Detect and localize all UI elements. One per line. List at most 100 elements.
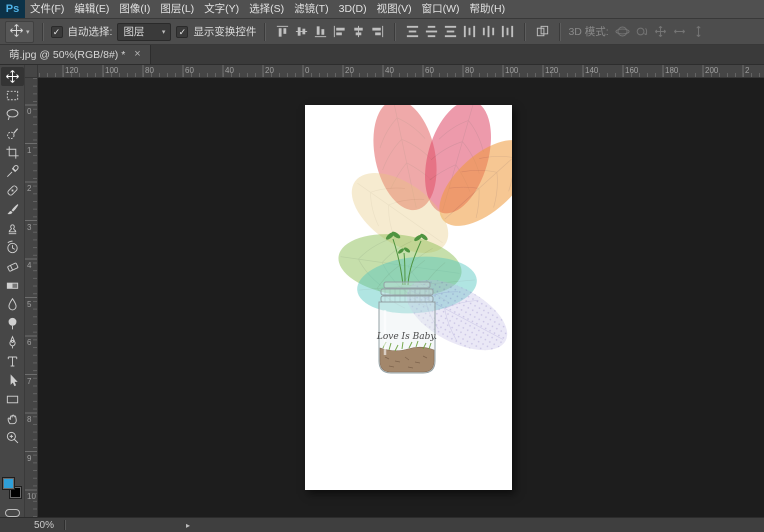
separator — [394, 23, 395, 41]
vertical-ruler[interactable]: 1012345678910 — [25, 78, 38, 517]
align-horizontal-centers-icon[interactable] — [349, 22, 367, 41]
zoom-icon[interactable] — [1, 428, 24, 447]
distribute-bottom-edges-icon[interactable] — [441, 22, 459, 41]
close-icon[interactable]: × — [134, 49, 140, 60]
distribute-right-edges-icon[interactable] — [498, 22, 516, 41]
menu-item[interactable]: 编辑(E) — [69, 0, 114, 19]
menu-item[interactable]: 帮助(H) — [465, 0, 511, 19]
distribute-vertical-centers-icon[interactable] — [422, 22, 440, 41]
ruler-label: 7 — [27, 377, 31, 386]
jar-label-text: Love Is Baby. — [376, 332, 437, 342]
spot-healing-brush-icon[interactable] — [1, 181, 24, 200]
menu-item[interactable]: 视图(V) — [372, 0, 417, 19]
pen-icon[interactable] — [1, 333, 24, 352]
dodge-icon[interactable] — [1, 314, 24, 333]
align-bottom-edges-icon[interactable] — [311, 22, 329, 41]
foreground-swatch[interactable] — [2, 477, 15, 490]
menu-items: 文件(F)编辑(E)图像(I)图层(L)文字(Y)选择(S)滤镜(T)3D(D)… — [25, 0, 510, 18]
gradient-icon[interactable] — [1, 276, 24, 295]
lasso-icon[interactable] — [1, 105, 24, 124]
status-bar: 50% ▸ — [0, 517, 764, 532]
brush-icon[interactable] — [1, 200, 24, 219]
menu-item[interactable]: 文件(F) — [25, 0, 69, 19]
distribute-left-edges-icon[interactable] — [460, 22, 478, 41]
clone-stamp-icon[interactable] — [1, 219, 24, 238]
document-canvas[interactable]: Love Is Baby. — [305, 105, 512, 490]
ruler-label: 5 — [27, 300, 31, 309]
rectangle-icon[interactable] — [1, 390, 24, 409]
ruler-label: 6 — [27, 338, 31, 347]
chevron-down-icon: ▾ — [26, 28, 30, 36]
options-bar: ▾ ✓ 自动选择: 图层 ▾ ✓ 显示变换控件 3D 模式: — [0, 19, 764, 45]
path-selection-icon[interactable] — [1, 371, 24, 390]
distribute-icons — [403, 22, 516, 41]
status-menu-arrow-icon[interactable]: ▸ — [186, 521, 190, 530]
jar-soil — [380, 347, 434, 372]
ruler-label: 200 — [705, 66, 718, 75]
canvas-area[interactable]: Love Is Baby. — [38, 78, 764, 517]
menu-bar: Ps 文件(F)编辑(E)图像(I)图层(L)文字(Y)选择(S)滤镜(T)3D… — [0, 0, 764, 19]
history-brush-icon[interactable] — [1, 238, 24, 257]
align-vertical-centers-icon[interactable] — [292, 22, 310, 41]
menu-item[interactable]: 图层(L) — [155, 0, 199, 19]
rectangular-marquee-icon[interactable] — [1, 86, 24, 105]
pan-3d-icon — [652, 22, 670, 41]
auto-select-target-dropdown[interactable]: 图层 ▾ — [117, 23, 171, 41]
distribute-horizontal-centers-icon[interactable] — [479, 22, 497, 41]
ruler-label: 60 — [425, 66, 434, 75]
ruler-label: 9 — [27, 454, 31, 463]
hand-icon[interactable] — [1, 409, 24, 428]
auto-align-layers-icon[interactable] — [533, 22, 551, 41]
tools-panel — [0, 65, 25, 517]
menu-item[interactable]: 窗口(W) — [417, 0, 465, 19]
ruler-label: 2 — [27, 184, 31, 193]
document-tab[interactable]: 萌.jpg @ 50%(RGB/8#) * × — [0, 45, 151, 64]
type-icon[interactable] — [1, 352, 24, 371]
ruler-label: 80 — [465, 66, 474, 75]
move-tool-icon[interactable] — [1, 67, 24, 86]
menu-item[interactable]: 文字(Y) — [199, 0, 244, 19]
eraser-icon[interactable] — [1, 257, 24, 276]
separator — [559, 23, 560, 41]
auto-select-checkbox[interactable]: ✓ — [51, 26, 63, 38]
scale-3d-icon — [690, 22, 708, 41]
blur-icon[interactable] — [1, 295, 24, 314]
align-left-edges-icon[interactable] — [330, 22, 348, 41]
quick-mask-button[interactable] — [5, 509, 20, 517]
menu-item[interactable]: 滤镜(T) — [289, 0, 333, 19]
quick-selection-icon[interactable] — [1, 124, 24, 143]
ruler-label: 120 — [65, 66, 78, 75]
separator — [64, 520, 65, 530]
roll-3d-icon — [633, 22, 651, 41]
eyedropper-icon[interactable] — [1, 162, 24, 181]
auto-select-label: 自动选择: — [68, 24, 113, 39]
color-swatches — [1, 477, 24, 501]
align-top-edges-icon[interactable] — [273, 22, 291, 41]
ruler-label: 40 — [385, 66, 394, 75]
show-transform-checkbox[interactable]: ✓ — [176, 26, 188, 38]
ruler-label: 140 — [585, 66, 598, 75]
align-right-edges-icon[interactable] — [368, 22, 386, 41]
separator — [42, 23, 43, 41]
ruler-label: 60 — [185, 66, 194, 75]
menu-item[interactable]: 图像(I) — [114, 0, 155, 19]
mode-3d-icons — [614, 22, 708, 41]
ruler-label: 100 — [505, 66, 518, 75]
menu-item[interactable]: 选择(S) — [244, 0, 289, 19]
ruler-label: 8 — [27, 415, 31, 424]
crop-icon[interactable] — [1, 143, 24, 162]
ruler-origin-corner[interactable] — [25, 65, 38, 78]
canvas-artwork[interactable]: Love Is Baby. — [305, 105, 512, 490]
tool-preset-picker[interactable]: ▾ — [5, 21, 34, 43]
tool-list — [1, 67, 24, 447]
ruler-label: 40 — [225, 66, 234, 75]
menu-item[interactable]: 3D(D) — [334, 0, 372, 19]
ruler-label: 0 — [27, 107, 31, 116]
distribute-top-edges-icon[interactable] — [403, 22, 421, 41]
horizontal-ruler[interactable]: 1201008060402002040608010012014016018020… — [38, 65, 764, 78]
zoom-level-field[interactable]: 50% — [34, 520, 54, 531]
ruler-label: 1 — [27, 146, 31, 155]
ruler-label: 160 — [625, 66, 638, 75]
align-icons — [273, 22, 386, 41]
ruler-label: 3 — [27, 223, 31, 232]
